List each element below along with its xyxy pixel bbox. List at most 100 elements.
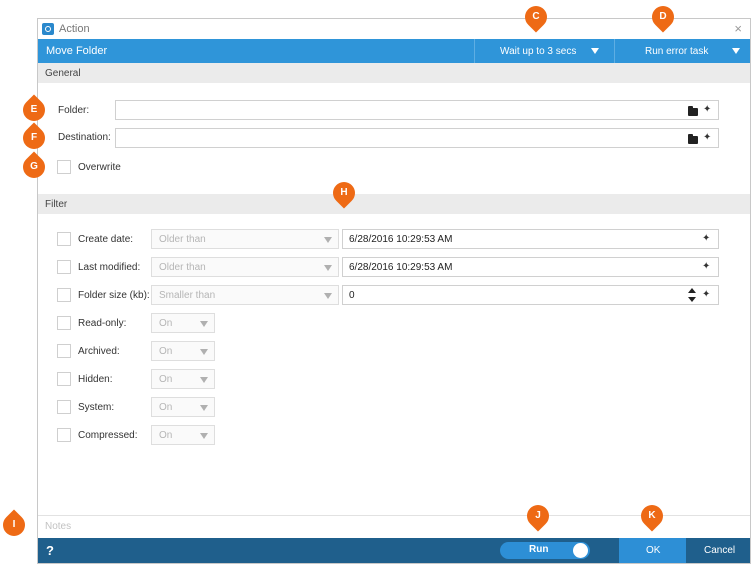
- chevron-down-icon: [200, 321, 208, 327]
- callout-marker-c: C: [520, 1, 552, 33]
- callout-marker-e: E: [18, 94, 50, 126]
- callout-marker-h: H: [328, 177, 360, 209]
- decrement-icon[interactable]: [688, 297, 696, 302]
- notes-placeholder: Notes: [45, 521, 72, 532]
- window-title: Action: [59, 23, 90, 35]
- compressed-value: On: [159, 430, 173, 441]
- callout-marker-g: G: [18, 151, 50, 183]
- archived-label: Archived:: [78, 346, 120, 357]
- cancel-button[interactable]: Cancel: [686, 538, 750, 563]
- system-value: On: [159, 402, 173, 413]
- chevron-down-icon: [200, 405, 208, 411]
- footer-bar: ? Run OK Cancel: [38, 538, 750, 563]
- read-only-value: On: [159, 318, 173, 329]
- error-task-value: Run error task: [645, 46, 709, 57]
- overwrite-checkbox[interactable]: [57, 160, 71, 174]
- toggle-knob: [573, 543, 588, 558]
- hidden-label: Hidden:: [78, 374, 113, 385]
- archived-checkbox[interactable]: [57, 344, 71, 358]
- app-logo-icon: [42, 23, 54, 35]
- read-only-select[interactable]: On: [151, 313, 215, 333]
- folder-browse-icon[interactable]: [688, 134, 698, 144]
- chevron-down-icon: [200, 433, 208, 439]
- destination-field[interactable]: ✦: [115, 128, 719, 148]
- overwrite-label: Overwrite: [78, 162, 121, 173]
- callout-letter: K: [648, 510, 656, 521]
- increment-icon[interactable]: [688, 288, 696, 293]
- read-only-label: Read-only:: [78, 318, 127, 329]
- callout-marker-f: F: [18, 122, 50, 154]
- chevron-down-icon: [732, 48, 740, 54]
- system-select[interactable]: On: [151, 397, 215, 417]
- callout-letter: J: [535, 510, 541, 521]
- compressed-label: Compressed:: [78, 430, 138, 441]
- callout-letter: C: [532, 11, 540, 22]
- callout-marker-i: I: [0, 509, 30, 541]
- last-modified-checkbox[interactable]: [57, 260, 71, 274]
- run-toggle[interactable]: Run: [500, 542, 590, 559]
- folder-browse-icon[interactable]: [688, 106, 698, 116]
- action-dialog: Action × Move Folder Wait up to 3 secs R…: [37, 18, 751, 564]
- magic-wand-icon[interactable]: ✦: [702, 262, 712, 272]
- magic-wand-icon[interactable]: ✦: [703, 133, 713, 143]
- create-date-value: 6/28/2016 10:29:53 AM: [349, 234, 453, 245]
- chevron-down-icon: [324, 293, 332, 299]
- help-button[interactable]: ?: [46, 543, 54, 558]
- callout-letter: E: [30, 104, 38, 115]
- compressed-select[interactable]: On: [151, 425, 215, 445]
- archived-value: On: [159, 346, 173, 357]
- create-date-label: Create date:: [78, 234, 134, 245]
- folder-size-value-field[interactable]: 0 ✦: [342, 285, 719, 305]
- filter-section-title: Filter: [45, 199, 68, 210]
- folder-field[interactable]: ✦: [115, 100, 719, 120]
- general-section-header: General: [38, 63, 750, 83]
- system-label: System:: [78, 402, 115, 413]
- magic-wand-icon[interactable]: ✦: [702, 290, 712, 300]
- hidden-select[interactable]: On: [151, 369, 215, 389]
- magic-wand-icon[interactable]: ✦: [702, 234, 712, 244]
- last-modified-label: Last modified:: [78, 262, 141, 273]
- wait-timeout-dropdown[interactable]: Wait up to 3 secs: [474, 39, 614, 63]
- title-bar: Action ×: [38, 19, 750, 39]
- error-task-dropdown[interactable]: Run error task: [614, 39, 750, 63]
- close-button[interactable]: ×: [734, 21, 742, 36]
- action-name: Move Folder: [46, 45, 108, 57]
- hidden-value: On: [159, 374, 173, 385]
- callout-letter: I: [12, 519, 16, 530]
- callout-letter: F: [30, 132, 38, 143]
- chevron-down-icon: [324, 265, 332, 271]
- last-modified-value-field[interactable]: 6/28/2016 10:29:53 AM ✦: [342, 257, 719, 277]
- folder-size-value: 0: [349, 290, 355, 301]
- last-modified-value: 6/28/2016 10:29:53 AM: [349, 262, 453, 273]
- folder-label: Folder:: [58, 105, 90, 116]
- callout-letter: H: [340, 187, 348, 198]
- wait-timeout-value: Wait up to 3 secs: [500, 46, 577, 57]
- create-date-operator-select[interactable]: Older than: [151, 229, 339, 249]
- create-date-operator-value: Older than: [159, 234, 206, 245]
- spinner-arrows-icon[interactable]: [688, 288, 696, 303]
- last-modified-operator-value: Older than: [159, 262, 206, 273]
- archived-select[interactable]: On: [151, 341, 215, 361]
- compressed-checkbox[interactable]: [57, 428, 71, 442]
- run-label: Run: [529, 544, 549, 555]
- callout-marker-j: J: [522, 500, 554, 532]
- folder-size-checkbox[interactable]: [57, 288, 71, 302]
- action-bar: Move Folder Wait up to 3 secs Run error …: [38, 39, 750, 63]
- folder-size-operator-select[interactable]: Smaller than: [151, 285, 339, 305]
- system-checkbox[interactable]: [57, 400, 71, 414]
- chevron-down-icon: [324, 237, 332, 243]
- chevron-down-icon: [200, 377, 208, 383]
- chevron-down-icon: [200, 349, 208, 355]
- folder-size-operator-value: Smaller than: [159, 290, 216, 301]
- magic-wand-icon[interactable]: ✦: [703, 105, 713, 115]
- last-modified-operator-select[interactable]: Older than: [151, 257, 339, 277]
- callout-letter: G: [30, 161, 38, 172]
- ok-label: OK: [646, 545, 661, 556]
- ok-button[interactable]: OK: [619, 538, 686, 563]
- cancel-label: Cancel: [704, 545, 736, 556]
- create-date-checkbox[interactable]: [57, 232, 71, 246]
- create-date-value-field[interactable]: 6/28/2016 10:29:53 AM ✦: [342, 229, 719, 249]
- read-only-checkbox[interactable]: [57, 316, 71, 330]
- callout-letter: D: [659, 11, 667, 22]
- hidden-checkbox[interactable]: [57, 372, 71, 386]
